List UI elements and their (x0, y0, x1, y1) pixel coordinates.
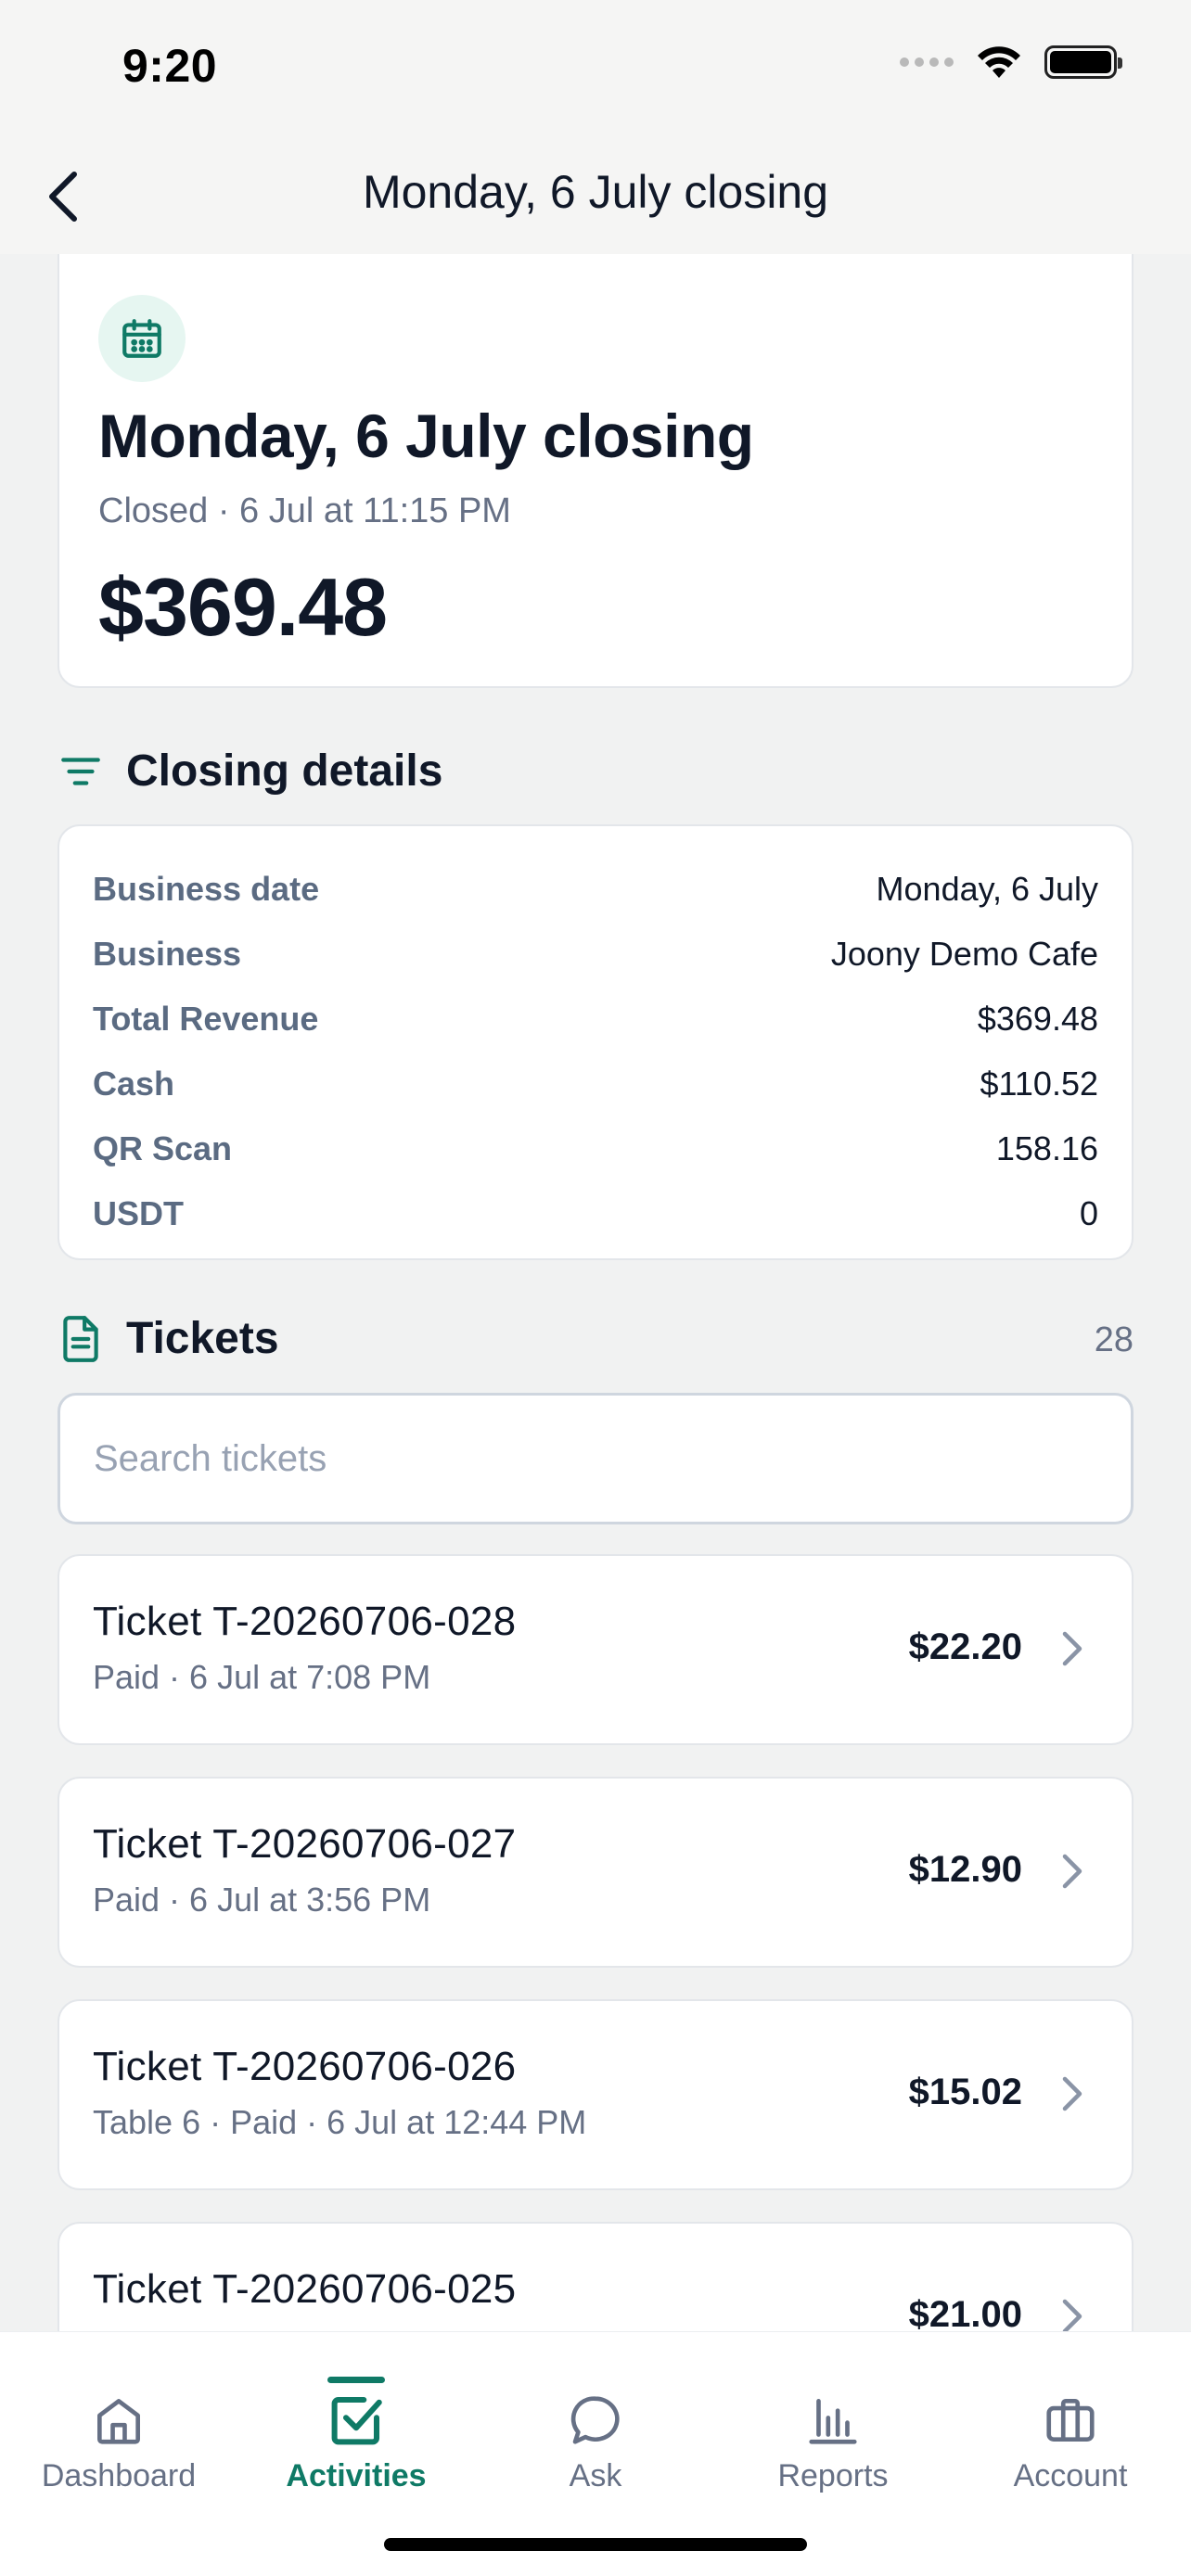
detail-label: Total Revenue (93, 1000, 319, 1038)
nav-title: Monday, 6 July closing (362, 166, 829, 218)
checkbox-icon (331, 2396, 382, 2445)
tab-activities[interactable]: Activities (237, 2332, 475, 2518)
chevron-right-icon (1062, 1854, 1082, 1889)
search-tickets-field[interactable] (58, 1393, 1133, 1524)
cellular-signal-icon (900, 57, 954, 67)
tab-account[interactable]: Account (952, 2332, 1189, 2518)
home-indicator (384, 2538, 807, 2551)
detail-row: Cash $110.52 (93, 1056, 1098, 1112)
ticket-subtitle: Paid · 6 Jul at 3:56 PM (93, 1881, 431, 1919)
ticket-title: Ticket T-20260706-027 (93, 1821, 517, 1867)
ticket-subtitle: Paid · 6 Jul at 7:08 PM (93, 1658, 431, 1696)
detail-value: Joony Demo Cafe (830, 935, 1098, 973)
tickets-title: Tickets (126, 1314, 279, 1363)
calendar-badge (98, 295, 186, 382)
detail-value: Monday, 6 July (876, 870, 1098, 908)
chevron-right-icon (1062, 1631, 1082, 1666)
closing-details-header: Closing details (58, 746, 442, 797)
status-bar: 9:20 (0, 0, 1191, 139)
calendar-icon (122, 319, 161, 358)
tab-label: Activities (286, 2458, 427, 2493)
closing-title: Monday, 6 July closing (98, 402, 754, 470)
tab-label: Dashboard (41, 2458, 197, 2493)
ticket-amount: $12.90 (908, 1849, 1022, 1890)
ticket-amount: $22.20 (908, 1626, 1022, 1667)
detail-label: USDT (93, 1194, 184, 1232)
closing-status: Closed · 6 Jul at 11:15 PM (98, 491, 511, 530)
filter-lines-icon (61, 757, 100, 785)
tickets-header: Tickets (58, 1313, 279, 1364)
tab-label: Account (1013, 2458, 1128, 2493)
status-icons (900, 45, 1122, 80)
ticket-title: Ticket T-20260706-025 (93, 2266, 517, 2312)
detail-value: 158.16 (995, 1129, 1098, 1167)
detail-value: $110.52 (980, 1065, 1098, 1103)
tab-reports[interactable]: Reports (714, 2332, 952, 2518)
tab-dashboard[interactable]: Dashboard (0, 2332, 237, 2518)
ticket-row[interactable]: Ticket T-20260706-025 $21.00 (58, 2222, 1133, 2331)
chevron-right-icon (1062, 2299, 1082, 2331)
detail-label: Cash (93, 1065, 175, 1103)
chevron-right-icon (1062, 2076, 1082, 2111)
scroll-content[interactable]: Monday, 6 July closing Closed · 6 Jul at… (0, 254, 1191, 2331)
home-icon (97, 2399, 140, 2444)
detail-row: Total Revenue $369.48 (93, 991, 1098, 1047)
ticket-amount: $15.02 (908, 2072, 1022, 2112)
navigation-bar: Monday, 6 July closing (0, 139, 1191, 254)
detail-label: QR Scan (93, 1129, 233, 1167)
ticket-row[interactable]: Ticket T-20260706-026 Table 6 · Paid · 6… (58, 1999, 1133, 2190)
ticket-title: Ticket T-20260706-028 (93, 1599, 517, 1644)
status-time: 9:20 (122, 40, 218, 92)
ticket-amount: $21.00 (908, 2294, 1022, 2331)
detail-value: $369.48 (977, 1000, 1098, 1038)
tickets-count: 28 (1094, 1320, 1133, 1359)
tab-label: Ask (569, 2458, 622, 2493)
ticket-subtitle: Table 6 · Paid · 6 Jul at 12:44 PM (93, 2103, 587, 2141)
tab-ask[interactable]: Ask (477, 2332, 714, 2518)
briefcase-icon (1046, 2399, 1095, 2442)
search-tickets-input[interactable] (94, 1437, 1131, 1480)
detail-row: USDT 0 (93, 1186, 1098, 1242)
detail-label: Business date (93, 870, 320, 908)
document-icon (63, 1315, 98, 1362)
battery-icon (1044, 45, 1122, 79)
ticket-row[interactable]: Ticket T-20260706-028 Paid · 6 Jul at 7:… (58, 1554, 1133, 1745)
detail-row: Business date Monday, 6 July (93, 861, 1098, 917)
chat-bubble-icon (570, 2396, 620, 2444)
detail-label: Business (93, 935, 242, 973)
tab-label: Reports (777, 2458, 889, 2493)
ticket-title: Ticket T-20260706-026 (93, 2044, 517, 2089)
closing-details-title: Closing details (126, 746, 443, 796)
closing-summary-card: Monday, 6 July closing Closed · 6 Jul at… (58, 254, 1133, 688)
wifi-icon (978, 46, 1020, 78)
detail-value: 0 (1079, 1194, 1098, 1232)
closing-total-amount: $369.48 (98, 561, 388, 653)
bar-chart-icon (809, 2399, 857, 2444)
closing-details-card: Business date Monday, 6 July Business Jo… (58, 824, 1133, 1260)
detail-row: Business Joony Demo Cafe (93, 926, 1098, 982)
active-tab-indicator (327, 2377, 385, 2383)
ticket-row[interactable]: Ticket T-20260706-027 Paid · 6 Jul at 3:… (58, 1777, 1133, 1968)
detail-row: QR Scan 158.16 (93, 1121, 1098, 1177)
